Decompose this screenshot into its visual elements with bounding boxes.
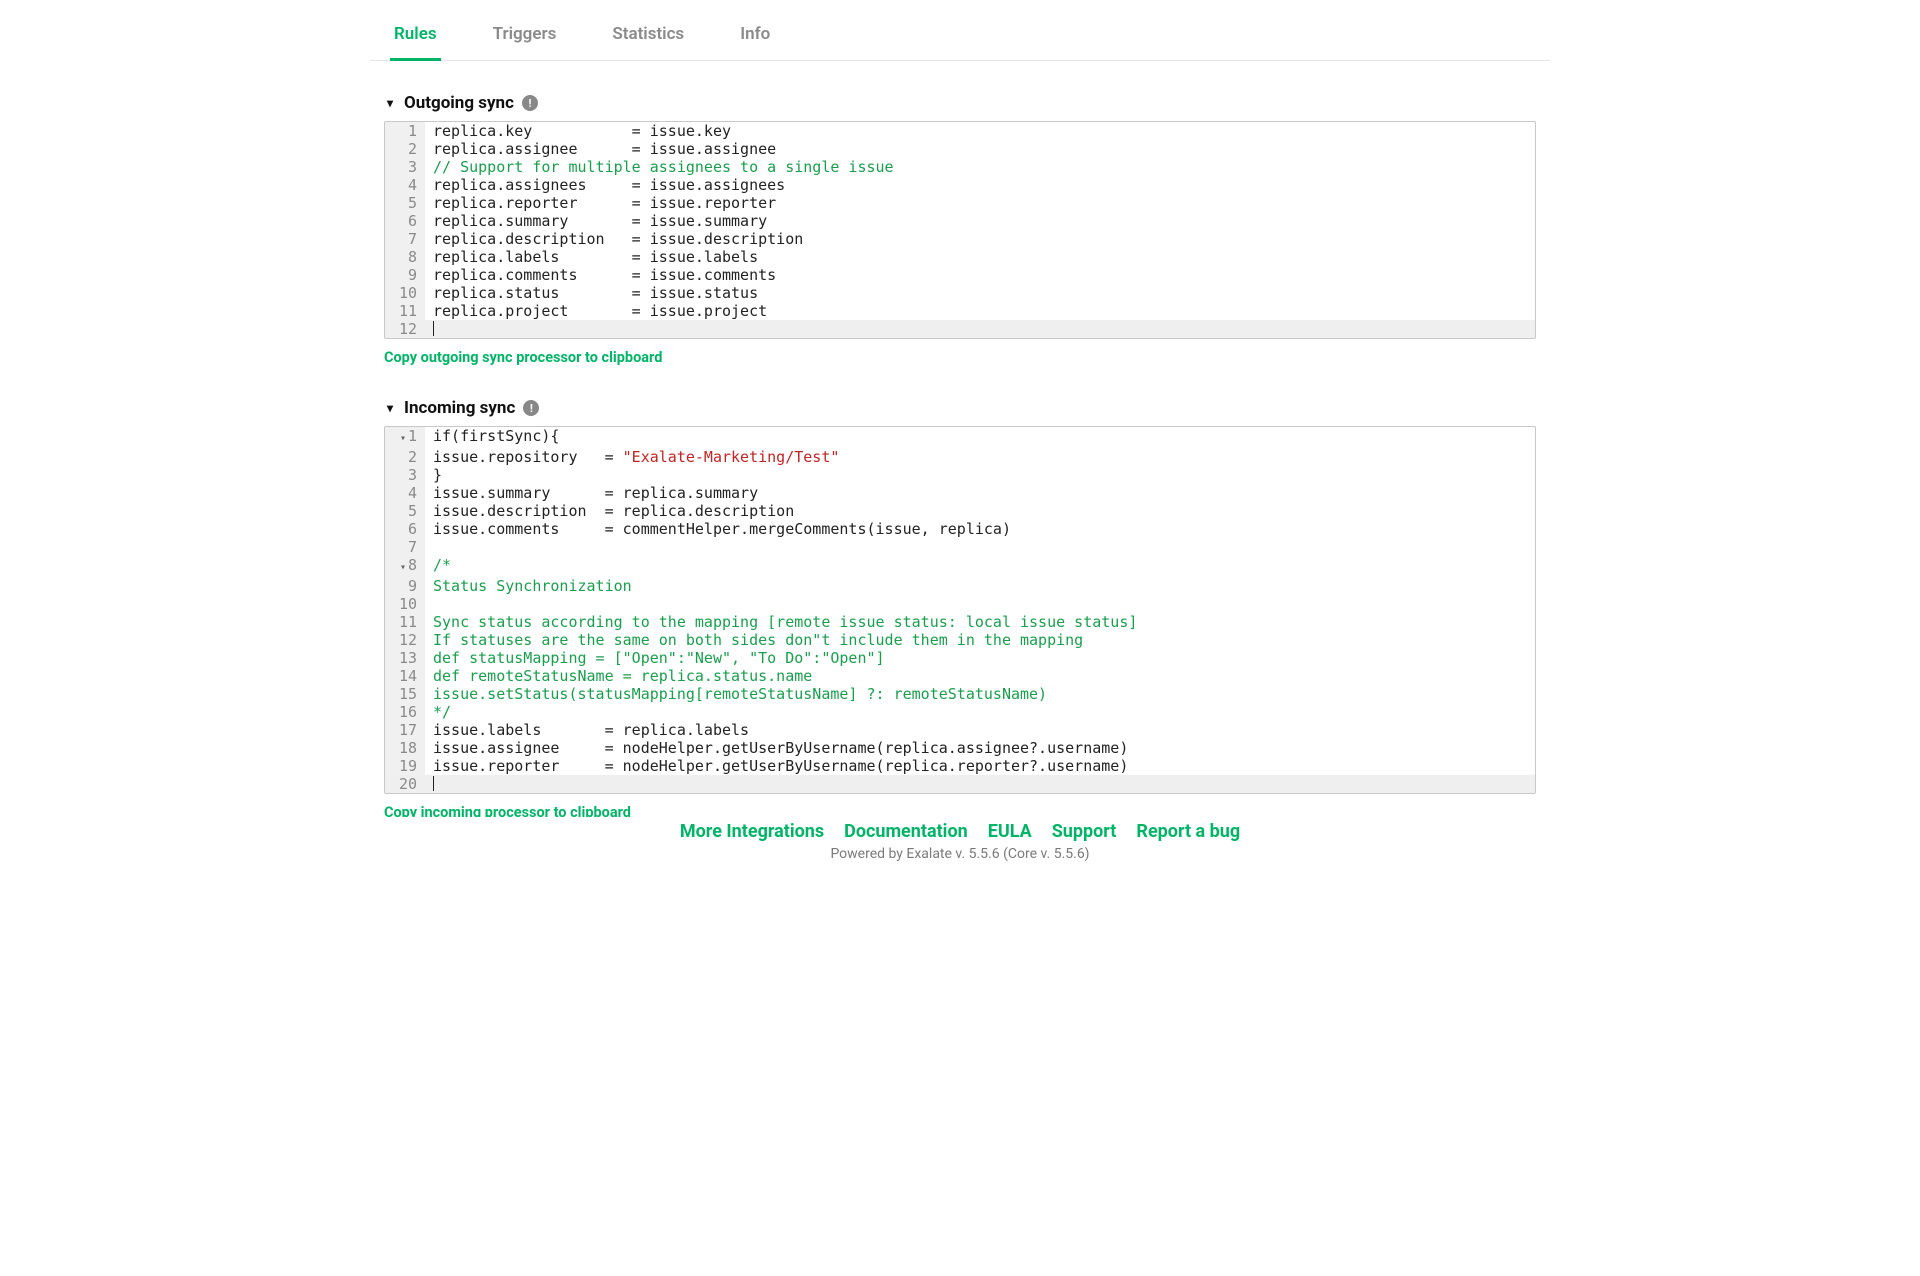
- code-line[interactable]: replica.status = issue.status: [425, 284, 1535, 302]
- footer-documentation[interactable]: Documentation: [844, 821, 968, 842]
- line-number: 4: [385, 484, 425, 502]
- code-line[interactable]: issue.repository = "Exalate-Marketing/Te…: [425, 448, 1535, 466]
- code-line[interactable]: replica.summary = issue.summary: [425, 212, 1535, 230]
- code-line[interactable]: replica.key = issue.key: [425, 122, 1535, 140]
- tab-bar: Rules Triggers Statistics Info: [370, 12, 1550, 61]
- line-number: 11: [385, 302, 425, 320]
- chevron-down-icon: ▾: [384, 96, 396, 110]
- line-number: 9: [385, 266, 425, 284]
- footer-eula[interactable]: EULA: [988, 821, 1032, 842]
- line-number: 10: [385, 595, 425, 613]
- code-line[interactable]: def remoteStatusName = replica.status.na…: [425, 667, 1535, 685]
- line-number: ▾1: [385, 427, 425, 448]
- code-line[interactable]: issue.setStatus(statusMapping[remoteStat…: [425, 685, 1535, 703]
- code-line[interactable]: if(firstSync){: [425, 427, 1535, 445]
- footer-links: More Integrations Documentation EULA Sup…: [0, 821, 1920, 842]
- tab-rules[interactable]: Rules: [390, 12, 441, 61]
- line-number: 12: [385, 320, 425, 338]
- line-number: 12: [385, 631, 425, 649]
- line-number: 7: [385, 230, 425, 248]
- copy-incoming-button[interactable]: Copy incoming processor to clipboard: [384, 804, 1536, 817]
- tab-statistics[interactable]: Statistics: [608, 12, 688, 61]
- code-line[interactable]: replica.project = issue.project: [425, 302, 1535, 320]
- code-line[interactable]: If statuses are the same on both sides d…: [425, 631, 1535, 649]
- line-number: 6: [385, 520, 425, 538]
- code-line[interactable]: replica.reporter = issue.reporter: [425, 194, 1535, 212]
- outgoing-sync-header[interactable]: ▾ Outgoing sync !: [384, 93, 1536, 113]
- code-line[interactable]: */: [425, 703, 1535, 721]
- tab-info[interactable]: Info: [736, 12, 774, 61]
- code-line[interactable]: /*: [425, 556, 1535, 574]
- code-line[interactable]: replica.labels = issue.labels: [425, 248, 1535, 266]
- line-number: 19: [385, 757, 425, 775]
- line-number: 4: [385, 176, 425, 194]
- line-number: 17: [385, 721, 425, 739]
- code-line[interactable]: issue.comments = commentHelper.mergeComm…: [425, 520, 1535, 538]
- line-number: 3: [385, 158, 425, 176]
- line-number: 13: [385, 649, 425, 667]
- code-line[interactable]: replica.assignees = issue.assignees: [425, 176, 1535, 194]
- incoming-sync-header[interactable]: ▾ Incoming sync !: [384, 398, 1536, 418]
- code-line[interactable]: // Support for multiple assignees to a s…: [425, 158, 1535, 176]
- code-line[interactable]: issue.labels = replica.labels: [425, 721, 1535, 739]
- code-line[interactable]: replica.description = issue.description: [425, 230, 1535, 248]
- line-number: 10: [385, 284, 425, 302]
- code-line[interactable]: [425, 320, 1535, 338]
- code-line[interactable]: Sync status according to the mapping [re…: [425, 613, 1535, 631]
- code-line[interactable]: [425, 775, 1535, 793]
- line-number: 16: [385, 703, 425, 721]
- code-line[interactable]: def statusMapping = ["Open":"New", "To D…: [425, 649, 1535, 667]
- code-line[interactable]: replica.comments = issue.comments: [425, 266, 1535, 284]
- line-number: 5: [385, 194, 425, 212]
- info-icon[interactable]: !: [523, 400, 539, 416]
- line-number: 3: [385, 466, 425, 484]
- line-number: ▾8: [385, 556, 425, 577]
- copy-outgoing-button[interactable]: Copy outgoing sync processor to clipboar…: [384, 349, 1536, 366]
- code-line[interactable]: issue.assignee = nodeHelper.getUserByUse…: [425, 739, 1535, 757]
- line-number: 20: [385, 775, 425, 793]
- chevron-down-icon: ▾: [384, 401, 396, 415]
- footer-more-integrations[interactable]: More Integrations: [680, 821, 824, 842]
- line-number: 8: [385, 248, 425, 266]
- line-number: 1: [385, 122, 425, 140]
- tab-triggers[interactable]: Triggers: [489, 12, 561, 61]
- footer-powered-by: Powered by Exalate v. 5.5.6 (Core v. 5.5…: [0, 846, 1920, 862]
- code-line[interactable]: issue.reporter = nodeHelper.getUserByUse…: [425, 757, 1535, 775]
- incoming-sync-title: Incoming sync: [404, 398, 515, 418]
- outgoing-sync-title: Outgoing sync: [404, 93, 514, 113]
- footer-support[interactable]: Support: [1052, 821, 1117, 842]
- line-number: 2: [385, 448, 425, 466]
- code-line[interactable]: replica.assignee = issue.assignee: [425, 140, 1535, 158]
- line-number: 14: [385, 667, 425, 685]
- footer-report-bug[interactable]: Report a bug: [1136, 821, 1240, 842]
- code-line[interactable]: }: [425, 466, 1535, 484]
- line-number: 6: [385, 212, 425, 230]
- outgoing-code-editor[interactable]: 1replica.key = issue.key2replica.assigne…: [384, 121, 1536, 339]
- code-line[interactable]: issue.summary = replica.summary: [425, 484, 1535, 502]
- code-line[interactable]: Status Synchronization: [425, 577, 1535, 595]
- line-number: 2: [385, 140, 425, 158]
- line-number: 18: [385, 739, 425, 757]
- line-number: 9: [385, 577, 425, 595]
- line-number: 11: [385, 613, 425, 631]
- code-line[interactable]: issue.description = replica.description: [425, 502, 1535, 520]
- info-icon[interactable]: !: [522, 95, 538, 111]
- line-number: 7: [385, 538, 425, 556]
- line-number: 5: [385, 502, 425, 520]
- line-number: 15: [385, 685, 425, 703]
- incoming-code-editor[interactable]: ▾1if(firstSync){2issue.repository = "Exa…: [384, 426, 1536, 794]
